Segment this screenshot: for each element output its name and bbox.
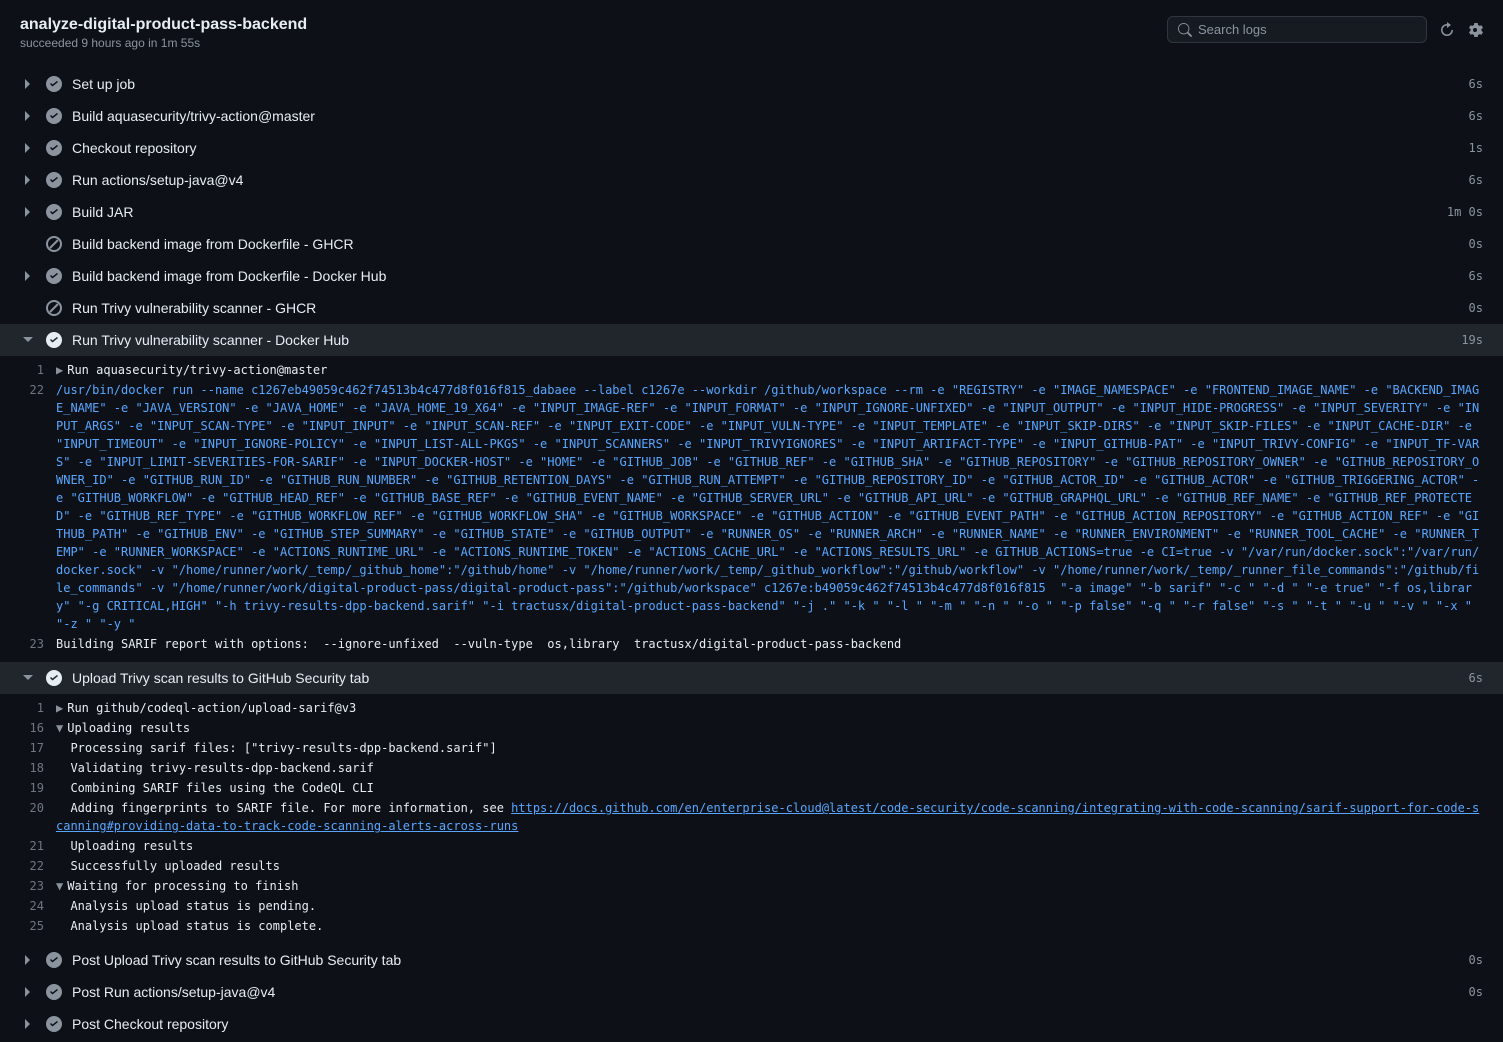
log-line[interactable]: 22/usr/bin/docker run --name c1267eb4905…	[0, 380, 1503, 634]
search-input[interactable]	[1198, 22, 1416, 37]
title-block: analyze-digital-product-pass-backend suc…	[20, 16, 307, 50]
step-build-jar[interactable]: Build JAR 1m 0s	[0, 196, 1503, 228]
chevron-right-icon	[20, 1018, 36, 1030]
upload-log: 1▶Run github/codeql-action/upload-sarif@…	[0, 694, 1503, 944]
chevron-right-icon	[20, 270, 36, 282]
log-line[interactable]: 20 Adding fingerprints to SARIF file. Fo…	[0, 798, 1503, 836]
step-build-dockerhub[interactable]: Build backend image from Dockerfile - Do…	[0, 260, 1503, 292]
log-line[interactable]: 22 Successfully uploaded results	[0, 856, 1503, 876]
step-post-upload[interactable]: Post Upload Trivy scan results to GitHub…	[0, 944, 1503, 976]
step-build-ghcr[interactable]: Build backend image from Dockerfile - GH…	[0, 228, 1503, 260]
log-line[interactable]: 18 Validating trivy-results-dpp-backend.…	[0, 758, 1503, 778]
chevron-right-icon	[20, 986, 36, 998]
step-upload-sarif[interactable]: Upload Trivy scan results to GitHub Secu…	[0, 662, 1503, 694]
skip-icon	[46, 300, 62, 316]
check-circle-icon	[46, 1016, 62, 1032]
log-line[interactable]: 16▼Uploading results	[0, 718, 1503, 738]
header-actions	[1167, 16, 1483, 43]
chevron-right-icon	[20, 174, 36, 186]
check-circle-icon	[46, 268, 62, 284]
chevron-right-icon	[20, 206, 36, 218]
log-line[interactable]: 21 Uploading results	[0, 836, 1503, 856]
job-subtitle: succeeded 9 hours ago in 1m 55s	[20, 36, 307, 50]
chevron-right-icon	[20, 110, 36, 122]
chevron-down-icon	[20, 674, 36, 682]
job-title: analyze-digital-product-pass-backend	[20, 16, 307, 34]
log-line[interactable]: 1▶Run github/codeql-action/upload-sarif@…	[0, 698, 1503, 718]
check-circle-icon	[46, 332, 62, 348]
check-circle-icon	[46, 140, 62, 156]
log-line[interactable]: 1▶Run aquasecurity/trivy-action@master	[0, 360, 1503, 380]
check-circle-icon	[46, 984, 62, 1000]
chevron-right-icon	[20, 142, 36, 154]
check-circle-icon	[46, 108, 62, 124]
log-line[interactable]: 19 Combining SARIF files using the CodeQ…	[0, 778, 1503, 798]
search-box[interactable]	[1167, 16, 1427, 43]
gear-icon[interactable]	[1467, 22, 1483, 38]
steps-list: Set up job 6s Build aquasecurity/trivy-a…	[0, 68, 1503, 1040]
log-line[interactable]: 24 Analysis upload status is pending.	[0, 896, 1503, 916]
step-checkout[interactable]: Checkout repository 1s	[0, 132, 1503, 164]
step-post-java[interactable]: Post Run actions/setup-java@v4 0s	[0, 976, 1503, 1008]
search-icon	[1178, 23, 1192, 37]
log-header: analyze-digital-product-pass-backend suc…	[0, 0, 1503, 58]
chevron-right-icon	[20, 78, 36, 90]
trivy-log: 1▶Run aquasecurity/trivy-action@master 2…	[0, 356, 1503, 662]
check-circle-icon	[46, 670, 62, 686]
rerun-icon[interactable]	[1439, 22, 1455, 38]
step-trivy-dockerhub[interactable]: Run Trivy vulnerability scanner - Docker…	[0, 324, 1503, 356]
step-trivy-ghcr[interactable]: Run Trivy vulnerability scanner - GHCR 0…	[0, 292, 1503, 324]
log-line[interactable]: 23▼Waiting for processing to finish	[0, 876, 1503, 896]
check-circle-icon	[46, 952, 62, 968]
chevron-right-icon	[20, 954, 36, 966]
check-circle-icon	[46, 204, 62, 220]
step-build-trivy[interactable]: Build aquasecurity/trivy-action@master 6…	[0, 100, 1503, 132]
log-line[interactable]: 17 Processing sarif files: ["trivy-resul…	[0, 738, 1503, 758]
step-post-checkout[interactable]: Post Checkout repository	[0, 1008, 1503, 1040]
log-line[interactable]: 23Building SARIF report with options: --…	[0, 634, 1503, 654]
log-line[interactable]: 25 Analysis upload status is complete.	[0, 916, 1503, 936]
step-setup-job[interactable]: Set up job 6s	[0, 68, 1503, 100]
step-setup-java[interactable]: Run actions/setup-java@v4 6s	[0, 164, 1503, 196]
skip-icon	[46, 236, 62, 252]
check-circle-icon	[46, 172, 62, 188]
check-circle-icon	[46, 76, 62, 92]
chevron-down-icon	[20, 336, 36, 344]
